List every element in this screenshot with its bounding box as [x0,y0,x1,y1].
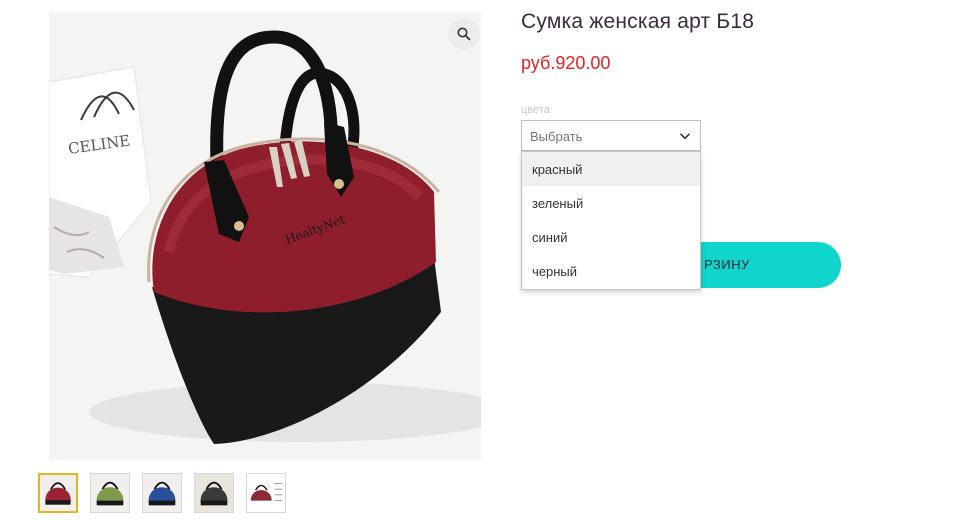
thumbnail-1[interactable] [38,473,78,513]
thumbnail-image [40,475,76,511]
thumbnail-4[interactable] [194,473,234,513]
thumbnail-3[interactable] [142,473,182,513]
color-option-green[interactable]: зеленый [522,186,700,220]
color-options-list: красный зеленый синий черный [521,151,701,290]
thumbnail-5[interactable] [246,473,286,513]
thumbnail-2[interactable] [90,473,130,513]
thumbnail-strip [38,473,286,513]
add-to-cart-label: РЗИНУ [704,257,750,272]
color-option-black[interactable]: черный [522,254,700,288]
thumbnail-image [143,474,181,512]
product-image: CELINE HealtyNet [49,12,481,460]
thumbnail-image [195,474,233,512]
color-option-blue[interactable]: синий [522,220,700,254]
product-price: руб.920.00 [521,53,611,73]
chevron-down-icon [679,133,691,140]
product-title: Сумка женская арт Б18 [521,10,755,33]
zoom-button[interactable] [448,18,480,50]
thumbnail-image [91,474,129,512]
color-select-value: Выбрать [530,129,583,144]
color-attribute-label: цвета [521,104,550,116]
product-gallery[interactable]: CELINE HealtyNet [49,12,481,460]
thumbnail-image [247,474,285,512]
color-select[interactable]: Выбрать [521,120,701,151]
magnifier-icon [457,27,471,41]
color-option-red[interactable]: красный [522,152,700,186]
